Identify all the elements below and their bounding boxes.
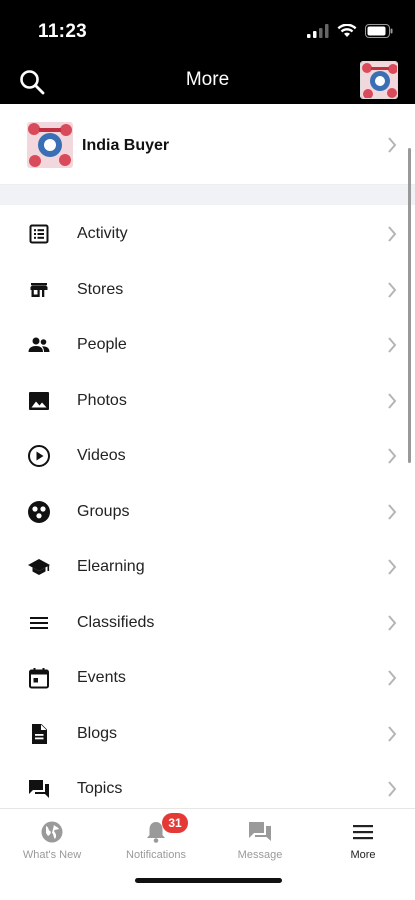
tab-message[interactable]: Message xyxy=(208,809,312,869)
menu-item-activity[interactable]: Activity xyxy=(0,205,415,261)
video-icon xyxy=(28,445,50,467)
chevron-right-icon xyxy=(388,337,397,353)
menu-item-photos[interactable]: Photos xyxy=(0,372,415,428)
avatar-image xyxy=(27,122,73,168)
tab-label: More xyxy=(350,849,376,861)
menu-item-label: Topics xyxy=(77,780,123,797)
menu-item-events[interactable]: Events xyxy=(0,649,415,705)
document-icon xyxy=(32,723,47,744)
people-icon xyxy=(28,337,50,352)
chevron-right-icon xyxy=(388,559,397,575)
bottom-tab-bar: What's New 31 Notifications Message More xyxy=(0,808,415,900)
chevron-right-icon xyxy=(388,281,397,298)
tab-whats-new[interactable]: What's New xyxy=(0,809,104,869)
menu-item-label: Classifieds xyxy=(77,613,155,631)
menu-item-label: Activity xyxy=(77,225,128,242)
menu-item-label: People xyxy=(77,336,127,353)
menu-item-groups[interactable]: Groups xyxy=(0,483,415,539)
menu-item-label: Blogs xyxy=(77,724,118,742)
photo-icon xyxy=(29,391,49,410)
activity-icon xyxy=(29,224,49,244)
menu-item-label: Stores xyxy=(77,280,124,298)
status-bar: 11:23 xyxy=(0,0,415,58)
hamburger-menu-icon xyxy=(353,825,373,840)
tab-label: Message xyxy=(237,849,283,861)
section-divider xyxy=(0,185,415,205)
notification-badge: 31 xyxy=(162,813,188,833)
menu-item-stores[interactable]: Stores xyxy=(0,261,415,317)
tab-label: What's New xyxy=(22,849,82,861)
chevron-right-icon xyxy=(388,392,397,409)
header-avatar[interactable] xyxy=(360,61,398,99)
menu-item-label: Videos xyxy=(77,447,126,464)
globe-icon xyxy=(41,821,63,843)
school-icon xyxy=(28,559,50,575)
store-icon xyxy=(30,282,48,297)
page-title: More xyxy=(185,69,230,90)
groups-icon xyxy=(28,500,50,523)
chevron-right-icon xyxy=(388,226,397,242)
status-time: 11:23 xyxy=(38,21,88,42)
menu-item-label: Events xyxy=(77,669,126,686)
menu-lines-icon xyxy=(30,616,48,629)
menu-list: Activity Stores People Photos Videos Gro… xyxy=(0,205,415,816)
avatar-image xyxy=(361,62,397,98)
profile-name: India Buyer xyxy=(82,137,170,154)
menu-item-label: Elearning xyxy=(77,558,145,575)
menu-item-elearning[interactable]: Elearning xyxy=(0,538,415,594)
tab-more[interactable]: More xyxy=(311,809,415,869)
menu-item-people[interactable]: People xyxy=(0,316,415,372)
menu-item-classifieds[interactable]: Classifieds xyxy=(0,594,415,650)
scrollbar[interactable] xyxy=(408,148,411,463)
chevron-right-icon xyxy=(388,614,397,631)
menu-item-label: Groups xyxy=(77,502,130,520)
profile-row[interactable]: India Buyer xyxy=(0,105,415,185)
battery-icon xyxy=(365,24,393,38)
avatar xyxy=(27,122,73,168)
top-nav-bar: More xyxy=(0,58,415,104)
cellular-signal-icon xyxy=(307,24,329,38)
chevron-right-icon xyxy=(388,670,397,686)
tab-label: Notifications xyxy=(126,849,186,861)
status-icons xyxy=(307,24,393,38)
calendar-icon xyxy=(29,668,49,689)
message-icon xyxy=(249,822,271,841)
menu-item-videos[interactable]: Videos xyxy=(0,427,415,483)
chevron-right-icon xyxy=(388,781,397,797)
tab-notifications[interactable]: 31 Notifications xyxy=(104,809,208,869)
wifi-icon xyxy=(337,24,357,37)
chevron-right-icon xyxy=(388,725,397,742)
menu-item-blogs[interactable]: Blogs xyxy=(0,705,415,761)
forum-icon xyxy=(29,780,49,798)
chevron-right-icon xyxy=(388,137,397,153)
menu-item-label: Photos xyxy=(77,391,127,409)
chevron-right-icon xyxy=(388,503,397,520)
chevron-right-icon xyxy=(388,448,397,464)
home-indicator xyxy=(135,878,282,883)
